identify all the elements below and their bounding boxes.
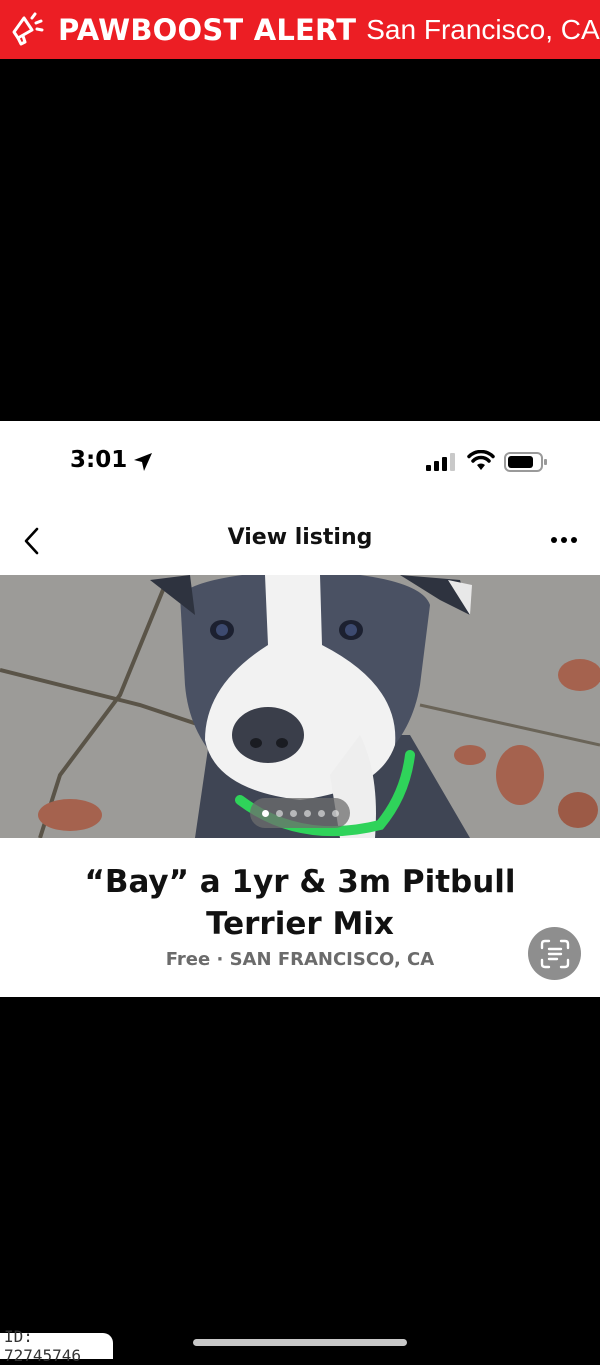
id-label: ID: 72745746 <box>0 1327 113 1365</box>
brand-title: PAWBOOST ALERT <box>58 12 357 47</box>
listing-screenshot: 3:01 View listing “Bay” a 1yr & 3m Pitbu… <box>0 421 600 997</box>
alert-banner: PAWBOOST ALERT San Francisco, CA <box>0 0 600 59</box>
carousel-dot[interactable] <box>317 809 325 817</box>
carousel-dot[interactable] <box>303 809 311 817</box>
listing-price-location: Free · SAN FRANCISCO, CA <box>165 949 435 970</box>
carousel-indicator[interactable] <box>250 798 350 828</box>
home-indicator[interactable] <box>193 1339 407 1346</box>
live-text-scan-button[interactable] <box>528 927 581 980</box>
cellular-signal-icon <box>426 453 455 471</box>
listing-title-line2: Terrier Mix <box>206 906 394 942</box>
live-text-scan-icon <box>540 939 569 968</box>
carousel-dot[interactable] <box>289 809 297 817</box>
status-time: 3:01 <box>70 447 128 473</box>
listing-photo[interactable] <box>0 575 600 838</box>
location-arrow-icon <box>134 453 152 471</box>
battery-icon <box>504 452 547 472</box>
nav-bar: View listing <box>0 509 600 571</box>
megaphone-icon <box>6 8 50 52</box>
alert-location: San Francisco, CA <box>366 13 600 45</box>
carousel-dot[interactable] <box>331 809 339 817</box>
listing-title-line1: “Bay” a 1yr & 3m Pitbull <box>84 864 516 900</box>
nav-title: View listing <box>227 525 373 550</box>
wifi-icon <box>467 450 495 470</box>
more-dots-icon[interactable] <box>550 536 578 544</box>
carousel-dot[interactable] <box>275 809 283 817</box>
listing-title: “Bay” a 1yr & 3m Pitbull Terrier Mix <box>0 861 600 945</box>
status-bar: 3:01 <box>0 421 600 503</box>
carousel-dot[interactable] <box>261 809 269 817</box>
